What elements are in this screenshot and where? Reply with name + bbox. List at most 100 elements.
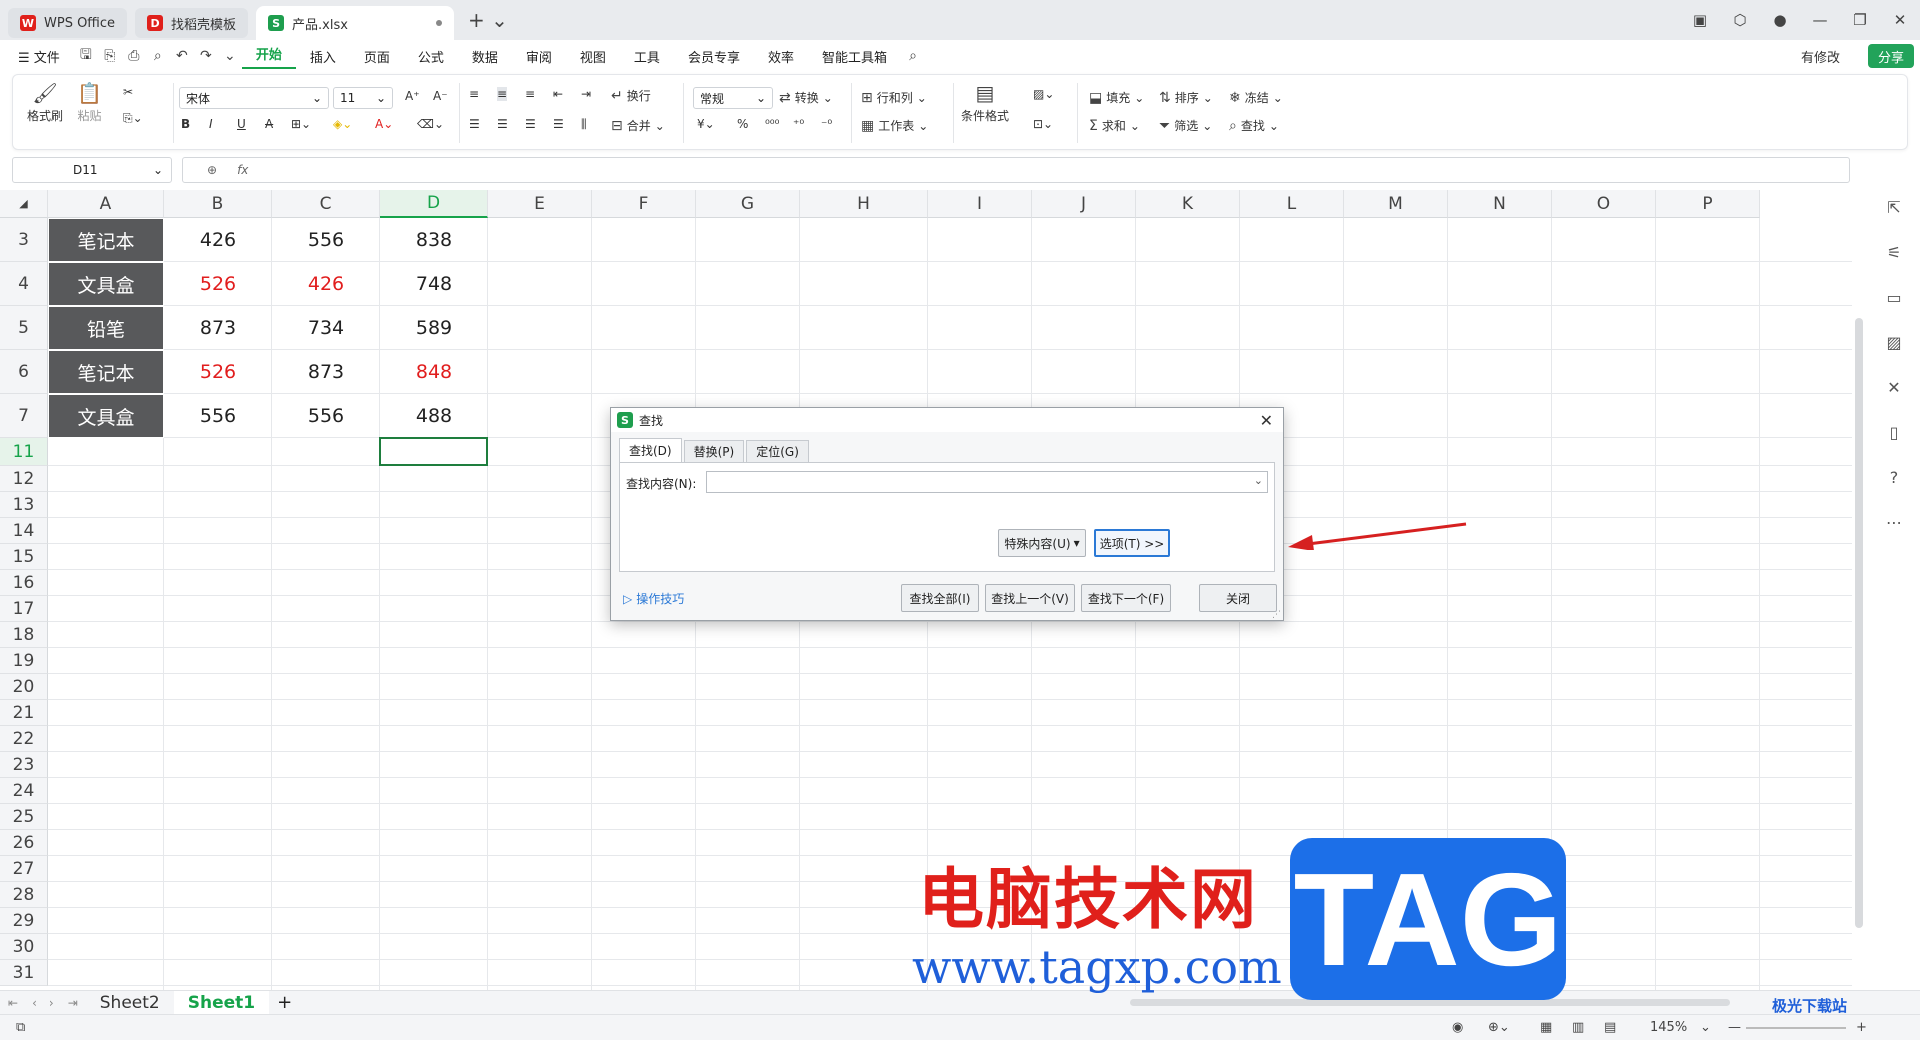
column-header-o[interactable]: O xyxy=(1552,190,1656,218)
align-top-icon[interactable]: ≡ xyxy=(469,87,479,101)
sheet-nav-next-icon[interactable]: › xyxy=(43,996,60,1010)
export-icon[interactable]: ⎘ xyxy=(98,48,122,64)
table-style-icon[interactable]: ⊡⌄ xyxy=(1033,117,1053,131)
column-header-g[interactable]: G xyxy=(696,190,800,218)
zoom-formula-icon[interactable]: ⊕ xyxy=(207,163,217,177)
row-header-28[interactable]: 28 xyxy=(0,882,48,908)
tab-template[interactable]: D 找稻壳模板 xyxy=(135,8,249,38)
sum-button[interactable]: Σ 求和 ⌄ xyxy=(1089,117,1140,134)
align-right-icon[interactable]: ☰ xyxy=(525,117,536,131)
italic-icon[interactable]: I xyxy=(209,117,213,131)
row-header-17[interactable]: 17 xyxy=(0,596,48,622)
number-format-select[interactable]: 常规 ⌄ xyxy=(693,87,773,109)
position-icon[interactable]: ⊕⌄ xyxy=(1488,1020,1510,1035)
find-prev-button[interactable]: 查找上一个(V) xyxy=(985,584,1075,612)
menu-review[interactable]: 审阅 xyxy=(512,47,566,66)
distribute-icon[interactable]: ⫼ xyxy=(581,117,587,132)
freeze-button[interactable]: ❄ 冻结 ⌄ xyxy=(1229,89,1283,106)
menu-home[interactable]: 开始 xyxy=(241,44,296,69)
normal-view-icon[interactable]: ▦ xyxy=(1540,1020,1552,1035)
cell-c-row5[interactable]: 734 xyxy=(272,306,380,350)
format-painter-button[interactable]: 🖌 格式刷 xyxy=(27,81,63,124)
column-header-d[interactable]: D xyxy=(380,190,488,218)
indent-increase-icon[interactable]: ⇥ xyxy=(581,87,591,101)
special-content-button[interactable]: 特殊内容(U) ▾ xyxy=(998,529,1086,557)
cell-c-row6[interactable]: 873 xyxy=(272,350,380,394)
page-view-icon[interactable]: ▥ xyxy=(1572,1020,1584,1035)
cell-d-row6[interactable]: 848 xyxy=(380,350,488,394)
avatar[interactable]: ● xyxy=(1760,11,1800,29)
row-header-20[interactable]: 20 xyxy=(0,674,48,700)
cond-format-button[interactable]: ▤ 条件格式 xyxy=(961,81,1009,124)
cell-b-row7[interactable]: 556 xyxy=(164,394,272,438)
find-all-button[interactable]: 查找全部(I) xyxy=(901,584,979,612)
more-icon[interactable]: ⋯ xyxy=(1886,513,1902,532)
cell-c-row7[interactable]: 556 xyxy=(272,394,380,438)
layout-icon[interactable]: ▣ xyxy=(1680,11,1720,29)
cell-style-icon[interactable]: ▨⌄ xyxy=(1033,87,1054,101)
column-header-c[interactable]: C xyxy=(272,190,380,218)
worksheet-button[interactable]: ▦ 工作表 ⌄ xyxy=(861,117,928,134)
cell-b-row5[interactable]: 873 xyxy=(164,306,272,350)
cell-d-row4[interactable]: 748 xyxy=(380,262,488,306)
row-header-31[interactable]: 31 xyxy=(0,960,48,986)
fill-button[interactable]: ⬓ 填充 ⌄ xyxy=(1089,89,1144,106)
close-button[interactable]: 关闭 xyxy=(1199,584,1277,612)
print-preview-icon[interactable]: ⌕ xyxy=(146,48,170,64)
column-header-b[interactable]: B xyxy=(164,190,272,218)
column-header-f[interactable]: F xyxy=(592,190,696,218)
menu-insert[interactable]: 插入 xyxy=(296,47,350,66)
wrap-button[interactable]: ↵ 换行 xyxy=(611,87,651,104)
tools-icon[interactable]: ✕ xyxy=(1887,378,1900,397)
scroll-thumb[interactable] xyxy=(1855,318,1863,928)
modified-indicator[interactable]: 有修改 xyxy=(1801,47,1840,66)
menu-tools[interactable]: 工具 xyxy=(620,47,674,66)
border-icon[interactable]: ⊞⌄ xyxy=(291,117,311,131)
align-middle-icon[interactable]: ≡ xyxy=(497,87,508,101)
decrease-font-icon[interactable]: A⁻ xyxy=(433,89,448,103)
currency-icon[interactable]: ¥⌄ xyxy=(697,117,715,131)
tips-link[interactable]: ▷ 操作技巧 xyxy=(623,590,684,607)
copy-icon[interactable]: ⎘⌄ xyxy=(123,111,143,126)
comment-icon[interactable]: ▭ xyxy=(1886,288,1901,307)
justify-icon[interactable]: ☰ xyxy=(553,117,564,131)
tab-product-xlsx[interactable]: S 产品.xlsx xyxy=(256,6,454,40)
row-header-11[interactable]: 11 xyxy=(0,438,48,466)
row-header-15[interactable]: 15 xyxy=(0,544,48,570)
column-header-e[interactable]: E xyxy=(488,190,592,218)
column-header-i[interactable]: I xyxy=(928,190,1032,218)
merge-button[interactable]: ⊟ 合并 ⌄ xyxy=(611,117,665,134)
row-header-24[interactable]: 24 xyxy=(0,778,48,804)
cell-c-row3[interactable]: 556 xyxy=(272,218,380,262)
menu-smart-toolbox[interactable]: 智能工具箱 xyxy=(808,47,901,66)
fx-icon[interactable]: fx xyxy=(237,163,248,177)
cell-d-row3[interactable]: 838 xyxy=(380,218,488,262)
convert-button[interactable]: ⇄ 转换 ⌄ xyxy=(779,89,833,106)
name-box[interactable]: D11 ⌄ xyxy=(12,157,172,183)
menu-data[interactable]: 数据 xyxy=(458,47,512,66)
row-header-29[interactable]: 29 xyxy=(0,908,48,934)
column-header-n[interactable]: N xyxy=(1448,190,1552,218)
menu-formula[interactable]: 公式 xyxy=(404,47,458,66)
menu-member[interactable]: 会员专享 xyxy=(674,47,754,66)
select-all-corner[interactable]: ◢ xyxy=(0,190,48,218)
find-input[interactable]: ⌄ xyxy=(706,471,1268,493)
zoom-slider[interactable] xyxy=(1746,1027,1846,1029)
row-header-13[interactable]: 13 xyxy=(0,492,48,518)
eye-icon[interactable]: ◉ xyxy=(1452,1020,1463,1035)
tab-goto[interactable]: 定位(G) xyxy=(746,440,809,462)
pointer-icon[interactable]: ⇱ xyxy=(1887,198,1900,217)
row-header-30[interactable]: 30 xyxy=(0,934,48,960)
search-icon[interactable]: ⌕ xyxy=(901,48,925,64)
decimal-decrease-icon[interactable]: ⁻⁰ xyxy=(821,117,832,131)
row-col-button[interactable]: ⊞ 行和列 ⌄ xyxy=(861,89,927,106)
find-next-button[interactable]: 查找下一个(F) xyxy=(1081,584,1171,612)
vertical-scrollbar[interactable] xyxy=(1852,218,1866,988)
menu-view[interactable]: 视图 xyxy=(566,47,620,66)
align-left-icon[interactable]: ☰ xyxy=(469,117,480,131)
thousands-icon[interactable]: ⁰⁰⁰ xyxy=(765,117,779,131)
row-header-25[interactable]: 25 xyxy=(0,804,48,830)
add-sheet-icon[interactable]: + xyxy=(269,992,300,1013)
column-header-p[interactable]: P xyxy=(1656,190,1760,218)
eraser-icon[interactable]: ⌫⌄ xyxy=(417,117,444,131)
